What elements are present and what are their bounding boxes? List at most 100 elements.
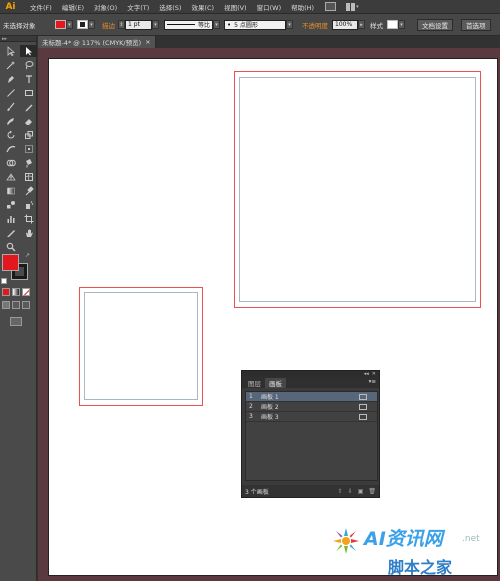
move-down-icon[interactable]: ⇩ bbox=[348, 488, 353, 495]
document-tab[interactable]: 未标题-4* @ 117% (CMYK/预览) × bbox=[38, 36, 156, 48]
menu-file[interactable]: 文件(F) bbox=[25, 2, 57, 12]
artboard-1[interactable] bbox=[48, 58, 498, 576]
menu-effect[interactable]: 效果(C) bbox=[186, 2, 219, 12]
free-transform-tool-icon[interactable] bbox=[20, 143, 37, 155]
column-graph-tool-icon[interactable] bbox=[2, 213, 19, 225]
menu-bar: Ai 文件(F) 编辑(E) 对象(O) 文字(T) 选择(S) 效果(C) 视… bbox=[0, 0, 500, 14]
list-item[interactable]: 2 画板 2 bbox=[246, 402, 377, 412]
opacity-label[interactable]: 不透明度 bbox=[302, 20, 328, 30]
warp-tool-icon[interactable] bbox=[2, 143, 19, 155]
stroke-weight-dropdown-icon[interactable]: ▾ bbox=[152, 20, 159, 29]
screen-mode-icon[interactable] bbox=[10, 317, 22, 326]
menu-help[interactable]: 帮助(H) bbox=[286, 2, 319, 12]
artboard-number: 3 bbox=[249, 413, 253, 420]
shape-builder-tool-icon[interactable] bbox=[2, 157, 19, 169]
opacity-dropdown-icon[interactable]: ▸ bbox=[358, 20, 366, 29]
fill-color-swatch[interactable] bbox=[2, 254, 19, 271]
artboard-count: 3 个画板 bbox=[245, 488, 269, 496]
slice-tool-icon[interactable] bbox=[2, 227, 19, 239]
stroke-label[interactable]: 描边 bbox=[102, 20, 115, 30]
gradient-mode-icon[interactable] bbox=[12, 288, 20, 296]
stroke-profile-dropdown-icon[interactable]: ▾ bbox=[213, 20, 221, 29]
menu-window[interactable]: 窗口(W) bbox=[252, 2, 287, 12]
hand-tool-icon[interactable] bbox=[20, 227, 37, 239]
panel-tabs: 图层 画板 ▾≡ bbox=[242, 377, 379, 388]
draw-behind-icon[interactable] bbox=[12, 301, 20, 309]
draw-normal-icon[interactable] bbox=[2, 301, 10, 309]
type-tool-icon[interactable] bbox=[20, 73, 37, 85]
menu-type[interactable]: 文字(T) bbox=[122, 2, 154, 12]
list-item[interactable]: 3 画板 3 bbox=[246, 412, 377, 422]
fill-swatch[interactable] bbox=[55, 20, 66, 29]
style-dropdown-icon[interactable]: ▾ bbox=[398, 20, 406, 29]
artboard-number: 1 bbox=[249, 393, 253, 400]
arrange-documents-icon[interactable]: ▾ bbox=[346, 2, 360, 11]
line-tool-icon[interactable] bbox=[2, 87, 19, 99]
blend-tool-icon[interactable] bbox=[2, 199, 19, 211]
symbol-sprayer-tool-icon[interactable] bbox=[20, 199, 37, 211]
swap-colors-icon[interactable]: ↗ bbox=[25, 252, 34, 259]
rectangle-tool-icon[interactable] bbox=[20, 87, 37, 99]
live-paint-tool-icon[interactable] bbox=[20, 157, 37, 169]
tab-artboards[interactable]: 画板 bbox=[265, 378, 286, 388]
artboard-tool-icon[interactable] bbox=[20, 213, 37, 225]
direct-selection-tool-icon[interactable] bbox=[20, 45, 37, 57]
lasso-tool-icon[interactable] bbox=[20, 59, 37, 71]
menu-view[interactable]: 视图(V) bbox=[219, 2, 252, 12]
document-setup-button[interactable]: 文档设置 bbox=[417, 18, 454, 31]
scale-tool-icon[interactable] bbox=[20, 129, 37, 141]
artboard-guide-small bbox=[84, 292, 198, 400]
tab-layers[interactable]: 图层 bbox=[244, 378, 265, 388]
default-colors-icon[interactable] bbox=[1, 278, 7, 284]
control-bar: 未选择对象 ▾ ▾ 描边 ⇕ 1 pt ▾ 等比 ▾ • 5 点圆形 ▾ 不透明度… bbox=[0, 14, 500, 36]
menu-edit[interactable]: 编辑(E) bbox=[57, 2, 89, 12]
style-swatch[interactable] bbox=[387, 20, 399, 29]
canvas-area[interactable] bbox=[38, 48, 500, 581]
color-mode-row bbox=[2, 288, 30, 296]
bridge-icon[interactable] bbox=[325, 2, 337, 11]
opacity-field[interactable]: 100% bbox=[332, 19, 359, 30]
color-mode-icon[interactable] bbox=[2, 288, 10, 296]
stroke-dropdown-icon[interactable]: ▾ bbox=[88, 20, 95, 29]
rotate-tool-icon[interactable] bbox=[2, 129, 19, 141]
draw-inside-icon[interactable] bbox=[22, 301, 30, 309]
eyedropper-tool-icon[interactable] bbox=[20, 185, 37, 197]
new-artboard-icon[interactable]: ▣ bbox=[358, 488, 364, 495]
close-tab-icon[interactable]: × bbox=[145, 38, 150, 46]
pencil-tool-icon[interactable] bbox=[20, 101, 37, 113]
artboard-name[interactable]: 画板 3 bbox=[261, 412, 359, 421]
screen-mode-row bbox=[10, 317, 22, 326]
style-label: 样式 bbox=[370, 21, 384, 30]
artboard-options-icon[interactable] bbox=[359, 393, 367, 400]
stroke-weight-field[interactable]: 1 pt bbox=[125, 19, 152, 30]
stroke-swatch[interactable] bbox=[77, 20, 88, 29]
delete-artboard-icon[interactable]: 🗑 bbox=[368, 488, 376, 495]
move-up-icon[interactable]: ⇧ bbox=[338, 488, 343, 495]
document-tab-bar: 未标题-4* @ 117% (CMYK/预览) × bbox=[38, 36, 500, 48]
brush-dropdown-icon[interactable]: ▾ bbox=[286, 20, 294, 29]
eraser-tool-icon[interactable] bbox=[20, 115, 37, 127]
list-item[interactable]: 1 画板 1 bbox=[246, 392, 377, 402]
perspective-grid-tool-icon[interactable] bbox=[2, 171, 19, 183]
stroke-profile[interactable]: 等比 bbox=[164, 19, 214, 30]
fill-dropdown-icon[interactable]: ▾ bbox=[66, 20, 73, 29]
selection-tool-icon[interactable] bbox=[2, 45, 19, 57]
menu-object[interactable]: 对象(O) bbox=[89, 2, 122, 12]
watermark-domain: .net bbox=[462, 534, 480, 544]
artboard-name[interactable]: 画板 1 bbox=[261, 392, 359, 401]
panel-menu-icon[interactable]: ▾≡ bbox=[369, 379, 376, 385]
none-mode-icon[interactable] bbox=[22, 288, 30, 296]
preferences-button[interactable]: 首选项 bbox=[461, 18, 491, 31]
blob-brush-tool-icon[interactable] bbox=[2, 115, 19, 127]
gradient-tool-icon[interactable] bbox=[2, 185, 19, 197]
artboard-options-icon[interactable] bbox=[359, 403, 367, 410]
artboard-options-icon[interactable] bbox=[359, 413, 367, 420]
paintbrush-tool-icon[interactable] bbox=[2, 101, 19, 113]
magic-wand-tool-icon[interactable] bbox=[2, 59, 19, 71]
stroke-weight-stepper-icon[interactable]: ⇕ bbox=[118, 20, 125, 29]
mesh-tool-icon[interactable] bbox=[20, 171, 37, 183]
menu-select[interactable]: 选择(S) bbox=[154, 2, 186, 12]
pen-tool-icon[interactable] bbox=[2, 73, 19, 85]
brush-definition[interactable]: • 5 点圆形 bbox=[224, 19, 287, 30]
artboard-name[interactable]: 画板 2 bbox=[261, 402, 359, 411]
